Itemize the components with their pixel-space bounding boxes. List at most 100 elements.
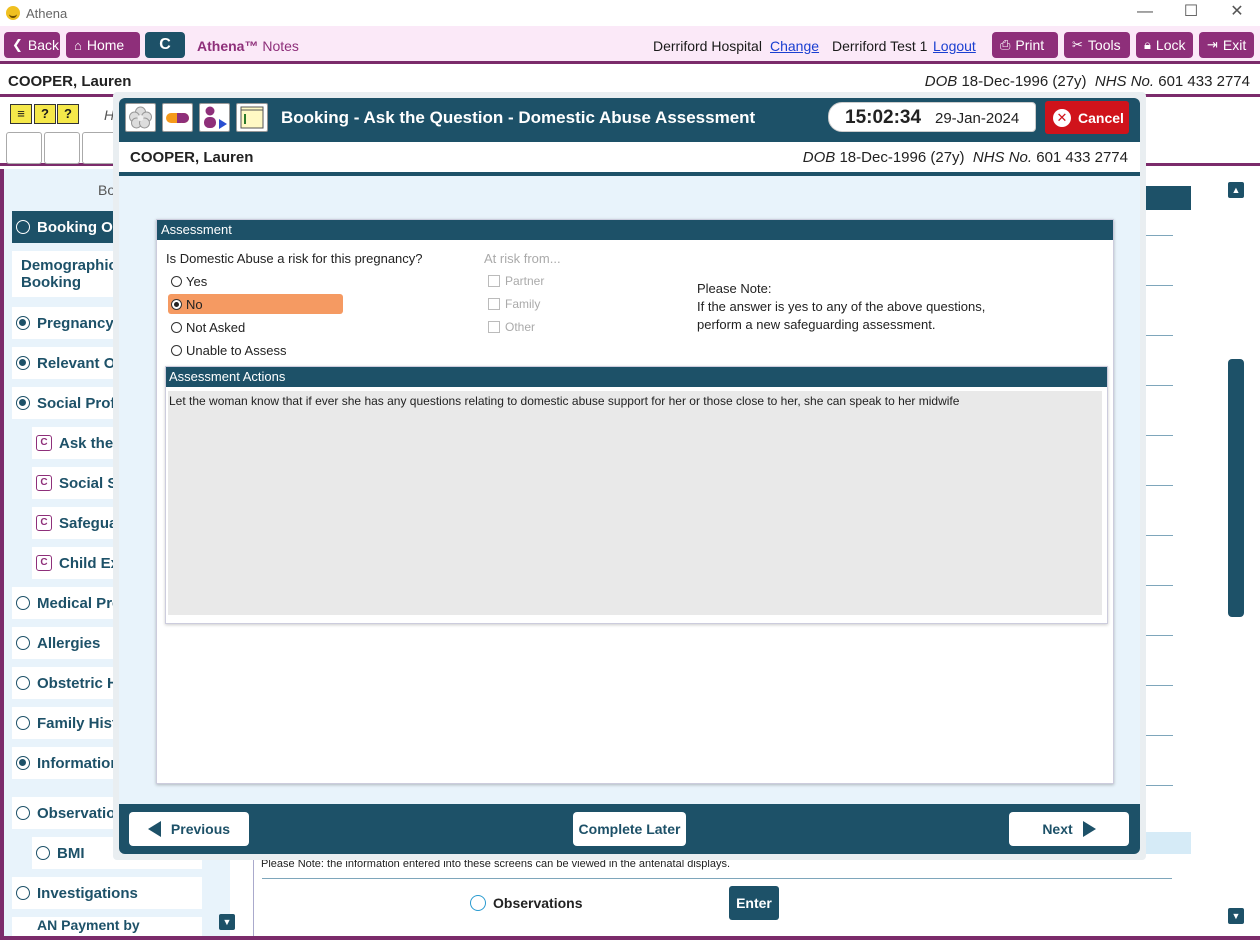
radio-filled-icon	[16, 356, 30, 370]
close-circle-icon: ✕	[1053, 108, 1071, 127]
background-header-tab	[1140, 186, 1191, 210]
sidebar-scroll-down-icon[interactable]: ▼	[219, 914, 235, 930]
checkbox-partner[interactable]: Partner	[488, 274, 544, 288]
assessment-modal: Booking - Ask the Question - Domestic Ab…	[113, 92, 1146, 860]
print-button[interactable]: ⎙ Print	[992, 32, 1058, 58]
tools-icon: ✂	[1072, 37, 1083, 52]
assessment-panel: Assessment Is Domestic Abuse a risk for …	[156, 219, 1114, 784]
checkbox-icon	[488, 298, 500, 310]
help-icon[interactable]: ?	[34, 104, 56, 124]
radio-icon	[470, 895, 486, 911]
cancel-button[interactable]: ✕ Cancel	[1045, 101, 1129, 134]
lock-button[interactable]: 🔒︎ Lock	[1136, 32, 1193, 58]
radio-icon	[16, 636, 30, 650]
app-brand: Athena™ Notes	[197, 38, 299, 54]
radio-icon	[36, 846, 50, 860]
patient-name: COOPER, Lauren	[130, 149, 254, 166]
radio-icon	[16, 716, 30, 730]
radio-icon	[16, 676, 30, 690]
exit-button[interactable]: ⇥ Exit	[1199, 32, 1254, 58]
checkbox-icon	[488, 321, 500, 333]
c-badge-icon: C	[36, 555, 52, 571]
exit-icon: ⇥	[1207, 37, 1218, 52]
back-button[interactable]: ❮ Back	[4, 32, 60, 58]
flower-icon[interactable]	[6, 132, 42, 164]
maximize-button[interactable]: ☐	[1168, 0, 1214, 26]
pill-icon[interactable]	[44, 132, 80, 164]
radio-icon	[16, 220, 30, 234]
window-titlebar: Athena — ☐ ✕	[0, 0, 1260, 26]
clock-time: 15:02:34	[845, 107, 922, 128]
option-not-asked[interactable]: Not Asked	[168, 317, 343, 337]
content-divider	[253, 854, 254, 936]
radio-icon	[171, 321, 182, 333]
close-window-button[interactable]: ✕	[1214, 0, 1260, 26]
radio-icon	[16, 596, 30, 610]
option-unable-to-assess[interactable]: Unable to Assess	[168, 340, 343, 360]
scroll-up-icon[interactable]: ▲	[1228, 182, 1244, 198]
radio-icon	[16, 886, 30, 900]
modal-header: Booking - Ask the Question - Domestic Ab…	[119, 98, 1140, 138]
notepad-icon[interactable]	[236, 103, 268, 132]
sidebar-item-an-payment[interactable]: AN Payment by	[12, 917, 202, 936]
sidebar-frame	[0, 169, 4, 940]
window-title: Athena	[26, 5, 68, 21]
option-yes[interactable]: Yes	[168, 271, 343, 291]
previous-button[interactable]: Previous	[129, 812, 249, 846]
modal-title: Booking - Ask the Question - Domestic Ab…	[281, 108, 756, 127]
modal-frame: Booking - Ask the Question - Domestic Ab…	[119, 98, 1140, 854]
change-hospital-link[interactable]: Change	[770, 38, 819, 54]
c-badge-icon: C	[36, 435, 52, 451]
main-scrollbar-thumb[interactable]	[1228, 359, 1244, 617]
help-alt-icon[interactable]: ?	[57, 104, 79, 124]
modal-footer: Previous Complete Later Next	[119, 804, 1140, 854]
home-button[interactable]: ⌂ Home	[66, 32, 140, 58]
arrow-left-icon	[147, 821, 161, 837]
athena-logo-icon	[6, 6, 20, 20]
option-no[interactable]: No	[168, 294, 343, 314]
flower-icon[interactable]	[125, 103, 156, 132]
tools-button[interactable]: ✂ Tools	[1064, 32, 1130, 58]
observations-option[interactable]: Observations	[470, 895, 582, 911]
lock-icon: 🔒︎	[1144, 37, 1151, 52]
enter-button[interactable]: Enter	[729, 886, 779, 920]
checkbox-other[interactable]: Other	[488, 320, 535, 334]
hospital-name: Derriford Hospital	[653, 38, 762, 54]
at-risk-from-label: At risk from...	[484, 251, 561, 266]
home-icon: ⌂	[74, 37, 82, 53]
clock-date: 29-Jan-2024	[935, 110, 1020, 127]
list-icon[interactable]: ≡	[10, 104, 32, 124]
scroll-down-icon[interactable]: ▼	[1228, 908, 1244, 924]
complete-later-button[interactable]: Complete Later	[573, 812, 686, 846]
patient-details: DOB 18-Dec-1996 (27y) NHS No. 601 433 27…	[924, 73, 1250, 90]
logout-link[interactable]: Logout	[933, 38, 976, 54]
assessment-header: Assessment	[157, 220, 1113, 240]
next-button[interactable]: Next	[1009, 812, 1129, 846]
sidebar-item-investigations[interactable]: Investigations	[12, 877, 202, 909]
minimize-button[interactable]: —	[1122, 0, 1168, 26]
modal-body: Assessment Is Domestic Abuse a risk for …	[119, 176, 1140, 804]
assessment-actions-header: Assessment Actions	[166, 367, 1107, 387]
radio-selected-icon	[171, 298, 182, 310]
radio-icon	[171, 344, 182, 356]
c-button[interactable]: C	[145, 32, 185, 58]
printer-icon: ⎙	[1000, 37, 1011, 52]
c-badge-icon: C	[36, 475, 52, 491]
bottom-frame	[0, 936, 1260, 940]
divider-line	[262, 878, 1172, 879]
radio-icon	[171, 275, 182, 287]
main-toolbar: ❮ Back ⌂ Home C Athena™ Notes Derriford …	[0, 26, 1260, 64]
patient-name: COOPER, Lauren	[8, 73, 132, 90]
modal-patient-bar: COOPER, Lauren DOB 18-Dec-1996 (27y) NHS…	[119, 142, 1140, 174]
clock-display: 15:02:34 29-Jan-2024	[828, 102, 1036, 132]
checkbox-family[interactable]: Family	[488, 297, 540, 311]
radio-filled-icon	[16, 316, 30, 330]
person-arrow-icon[interactable]	[199, 103, 230, 132]
patient-details: DOB 18-Dec-1996 (27y) NHS No. 601 433 27…	[802, 149, 1128, 166]
pill-icon[interactable]	[162, 103, 193, 132]
assessment-actions-text: Let the woman know that if ever she has …	[168, 391, 1102, 615]
radio-icon	[16, 806, 30, 820]
domestic-abuse-question: Is Domestic Abuse a risk for this pregna…	[166, 251, 423, 266]
arrow-right-icon	[1082, 821, 1096, 837]
background-highlight-strip	[1140, 832, 1191, 854]
